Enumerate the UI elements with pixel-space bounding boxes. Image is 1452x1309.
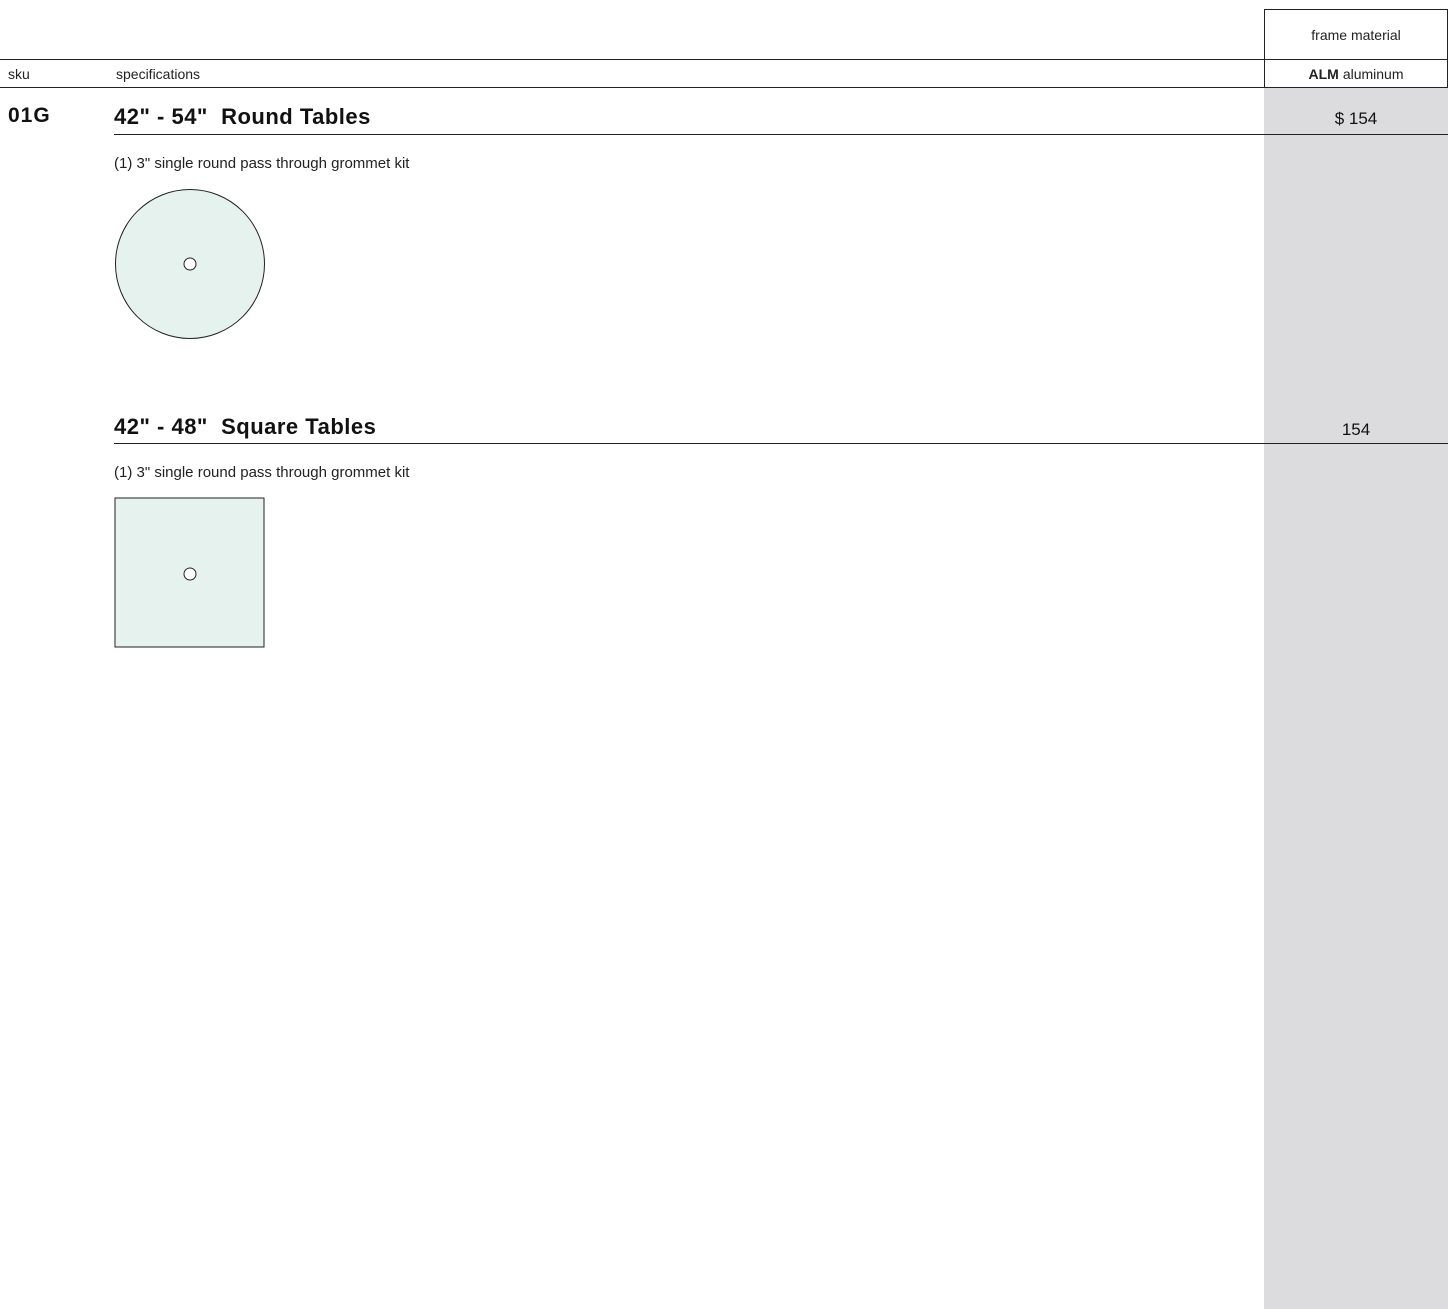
sku-column-label: sku	[8, 66, 30, 82]
round-table-diagram	[115, 189, 265, 339]
section-rule-square	[114, 443, 1448, 444]
price-square: 154	[1341, 420, 1371, 439]
price-round: $ 154	[1334, 109, 1378, 128]
spec-round: (1) 3" single round pass through grommet…	[114, 155, 410, 172]
material-name: aluminum	[1342, 65, 1404, 82]
specifications-column-label: specifications	[116, 66, 201, 82]
square-table-diagram	[114, 497, 265, 648]
frame-material-header: frame material	[1264, 9, 1448, 59]
header-bottom-rule	[0, 87, 1448, 88]
section-title-round: 42" - 54" Round Tables	[114, 104, 371, 129]
sku-code: 01G	[8, 104, 51, 127]
material-code: ALM	[1308, 65, 1339, 82]
price-column	[1264, 88, 1448, 1309]
spec-square: (1) 3" single round pass through grommet…	[114, 464, 410, 481]
section-rule-round	[114, 134, 1448, 135]
header-top-rule	[0, 59, 1448, 60]
material-cell: ALM aluminum	[1264, 60, 1448, 87]
grommet-hole	[183, 257, 197, 271]
section-title-square: 42" - 48" Square Tables	[114, 414, 377, 439]
frame-material-label: frame material	[1311, 26, 1401, 43]
grommet-hole	[183, 567, 197, 581]
